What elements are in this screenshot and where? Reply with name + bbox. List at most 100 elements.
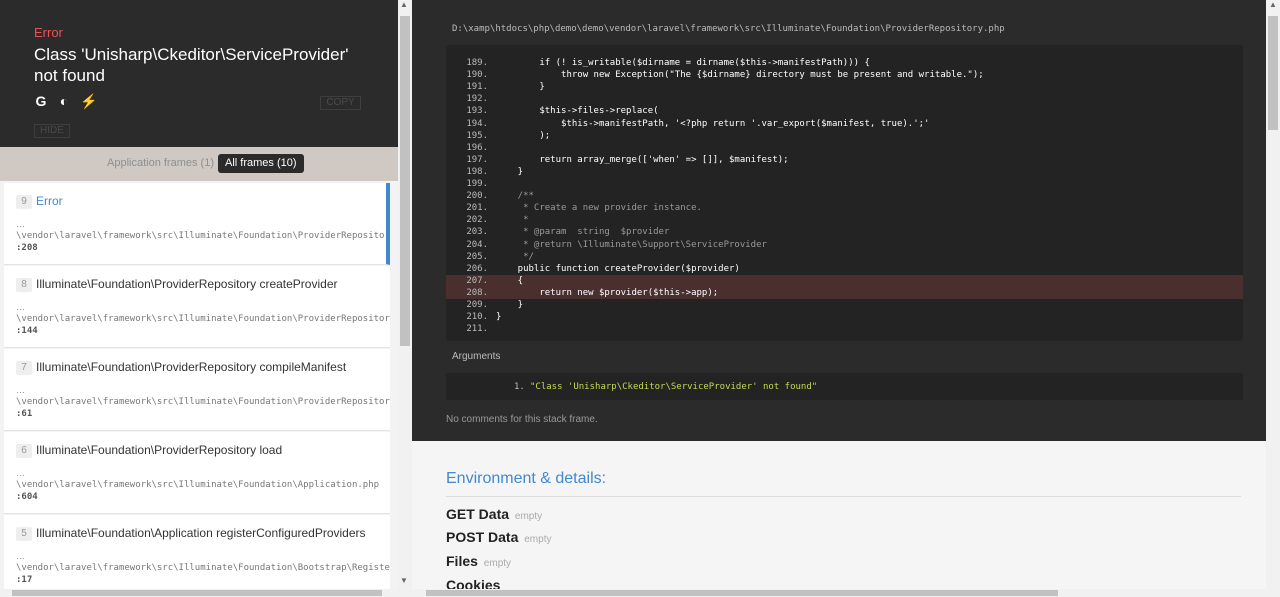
frame-ellipsis: … (16, 385, 25, 395)
code-text: if (! is_writable($dirname = dirname($th… (496, 58, 870, 68)
environment-title: Environment & details: (446, 470, 607, 487)
code-line: 209. } (446, 299, 1243, 311)
frame-item[interactable]: 9 Error … \vendor\laravel\framework\src\… (4, 183, 390, 265)
whoops-error-page: Error Class 'Unisharp\Ckeditor\ServicePr… (0, 0, 1280, 597)
right-vertical-scrollbar[interactable]: ▲ (1266, 0, 1280, 597)
left-vertical-scrollbar[interactable]: ▲ ▼ (398, 0, 412, 597)
frame-class: Illuminate\Foundation\ProviderRepository… (36, 443, 283, 457)
line-number: 189. (466, 58, 488, 68)
line-number: 211. (466, 324, 488, 335)
argument-value: "Class 'Unisharp\Ckeditor\ServiceProvide… (530, 382, 818, 392)
line-number: 199. (466, 179, 488, 189)
tab-application-frames[interactable]: Application frames (1) (107, 157, 214, 169)
duckduckgo-icon[interactable]: ◐ (57, 93, 71, 110)
code-text: } (496, 312, 502, 323)
line-number: 201. (466, 203, 488, 214)
frame-class: Error (36, 194, 63, 208)
code-text: /** (496, 191, 534, 202)
left-horizontal-scrollbar[interactable] (0, 589, 398, 597)
frame-line: :61 (16, 409, 33, 419)
frame-class: Illuminate\Foundation\ProviderRepository… (36, 360, 347, 374)
code-line: 194. $this->manifestPath, '<?php return … (446, 118, 1243, 130)
frame-index: 7 (16, 361, 32, 375)
frame-file: \vendor\laravel\framework\src\Illuminate… (16, 397, 390, 407)
scroll-up-arrow-icon[interactable]: ▲ (400, 0, 408, 9)
search-icons: G ◐ ⚡ (34, 93, 98, 110)
hide-button[interactable]: HIDE (34, 124, 70, 138)
code-text: } (496, 300, 524, 310)
code-text: return array_merge(['when' => []], $mani… (496, 154, 789, 165)
env-files: Files empty (446, 553, 511, 569)
frame-index: 5 (16, 527, 32, 541)
frame-line: :604 (16, 492, 38, 502)
tab-all-frames[interactable]: All frames (10) (218, 154, 304, 173)
code-line: 205. */ (446, 251, 1243, 263)
frame-line: :208 (16, 243, 38, 253)
stack-panel: Error Class 'Unisharp\Ckeditor\ServicePr… (0, 0, 398, 597)
code-block: 189. if (! is_writable($dirname = dirnam… (446, 45, 1243, 341)
copy-button[interactable]: COPY (320, 96, 361, 110)
code-text: ); (496, 130, 551, 141)
code-line: 204. * @return \Illuminate\Support\Servi… (446, 239, 1243, 251)
divider (446, 496, 1241, 497)
line-number: 207. (466, 275, 488, 286)
code-line: 197. return array_merge(['when' => []], … (446, 154, 1243, 166)
code-line: 190. throw new Exception("The {$dirname}… (446, 69, 1243, 81)
code-line: 202. * (446, 214, 1243, 226)
code-line: 193. $this->files->replace( (446, 105, 1243, 117)
frame-ellipsis: … (16, 302, 25, 312)
line-number: 210. (466, 312, 488, 323)
code-line: 192. (446, 93, 1243, 105)
frame-item[interactable]: 7 Illuminate\Foundation\ProviderReposito… (4, 349, 390, 431)
line-number: 196. (466, 142, 488, 153)
env-state: empty (524, 534, 552, 545)
line-number: 195. (466, 130, 488, 141)
right-horizontal-scroll-thumb[interactable] (426, 590, 1058, 596)
frame-item[interactable]: 8 Illuminate\Foundation\ProviderReposito… (4, 266, 390, 348)
scroll-up-arrow-icon[interactable]: ▲ (1269, 0, 1277, 9)
argument-index: 1. (514, 382, 525, 392)
code-text: throw new Exception("The {$dirname} dire… (496, 70, 984, 81)
no-comments-text: No comments for this stack frame. (446, 414, 598, 425)
scroll-down-arrow-icon[interactable]: ▼ (400, 576, 408, 585)
code-text: * (496, 215, 529, 226)
line-number: 193. (466, 106, 488, 117)
frame-item[interactable]: 6 Illuminate\Foundation\ProviderReposito… (4, 432, 390, 514)
google-icon[interactable]: G (34, 93, 48, 110)
env-state: empty (514, 511, 543, 522)
frame-filter-bar: Application frames (1) All frames (10) (0, 147, 398, 181)
left-vertical-scroll-thumb[interactable] (400, 16, 410, 346)
frame-file: \vendor\laravel\framework\src\Illuminate… (16, 480, 380, 490)
frame-item[interactable]: 5 Illuminate\Foundation\Application regi… (4, 515, 390, 589)
frame-index: 9 (16, 195, 32, 209)
env-state: empty (483, 558, 512, 569)
right-horizontal-scrollbar[interactable] (412, 589, 1266, 597)
frame-file-path[interactable]: D:\xamp\htdocs\php\demo\demo\vendor\lara… (452, 24, 1005, 34)
line-number: 205. (466, 251, 488, 262)
exception-header: Error Class 'Unisharp\Ckeditor\ServicePr… (0, 0, 398, 147)
code-line: 189. if (! is_writable($dirname = dirnam… (446, 57, 1243, 69)
line-number: 203. (466, 227, 488, 238)
code-text: */ (496, 251, 534, 262)
code-text: * @return \Illuminate\Support\ServicePro… (496, 239, 767, 250)
line-number: 198. (466, 166, 488, 177)
code-line: 206. public function createProvider($pro… (446, 263, 1243, 275)
code-text: { (496, 275, 524, 286)
code-line: 200. /** (446, 190, 1243, 202)
frame-index: 6 (16, 444, 32, 458)
code-line: 210.} (446, 311, 1243, 323)
arguments-list: 1. "Class 'Unisharp\Ckeditor\ServiceProv… (446, 373, 1243, 400)
code-text: return new $provider($this->app); (496, 287, 719, 298)
code-line: 201. * Create a new provider instance. (446, 202, 1243, 214)
stackoverflow-icon[interactable]: ⚡ (80, 93, 97, 110)
env-label: GET Data (446, 506, 510, 522)
code-line: 199. (446, 178, 1243, 190)
right-vertical-scroll-thumb[interactable] (1268, 16, 1278, 130)
environment-details: Environment & details: GET Data empty PO… (412, 441, 1280, 597)
frame-list: 9 Error … \vendor\laravel\framework\src\… (4, 183, 390, 589)
env-get-data: GET Data empty (446, 506, 542, 522)
left-horizontal-scroll-thumb[interactable] (12, 590, 382, 596)
frame-file: \vendor\laravel\framework\src\Illuminate… (16, 314, 390, 324)
frame-line: :17 (16, 575, 33, 585)
frame-class: Illuminate\Foundation\Application regist… (36, 526, 366, 540)
